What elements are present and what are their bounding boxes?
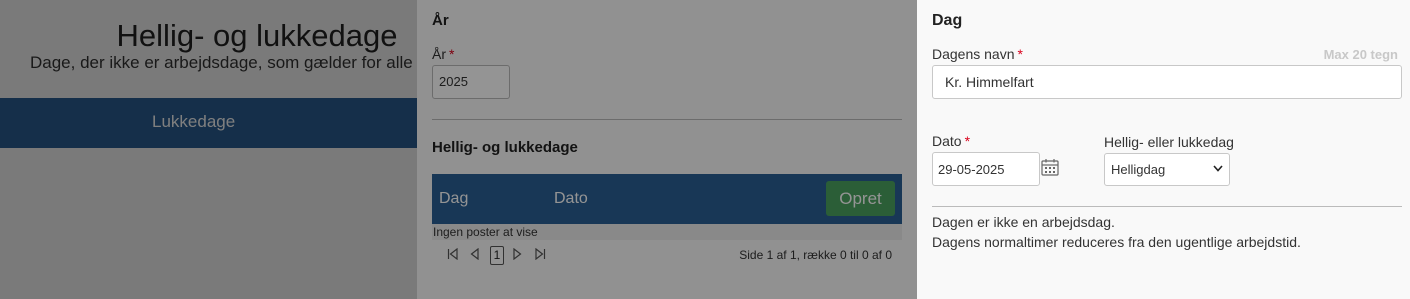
day-name-input[interactable]: Kr. Himmelfart bbox=[932, 65, 1402, 99]
type-label: Hellig- eller lukkedag bbox=[1104, 134, 1234, 150]
name-label: Dagens navn * bbox=[932, 46, 1023, 62]
info-text-line-1: Dagen er ikke en arbejdsdag. bbox=[932, 214, 1115, 230]
date-input[interactable]: 29-05-2025 bbox=[932, 152, 1040, 186]
date-label: Dato * bbox=[932, 133, 971, 149]
day-name-value: Kr. Himmelfart bbox=[945, 74, 1034, 90]
day-form-panel: Dag Dagens navn * Max 20 tegn Kr. Himmelf… bbox=[917, 0, 1410, 299]
day-type-value: Helligdag bbox=[1111, 162, 1166, 177]
info-text-line-2: Dagens normaltimer reduceres fra den uge… bbox=[932, 234, 1301, 250]
calendar-icon[interactable] bbox=[1041, 158, 1059, 176]
divider bbox=[932, 206, 1402, 207]
chevron-down-icon bbox=[1213, 164, 1223, 175]
day-type-select[interactable]: Helligdag bbox=[1104, 153, 1230, 186]
panel-dim-overlay bbox=[417, 0, 917, 299]
name-max-hint: Max 20 tegn bbox=[1323, 47, 1398, 62]
required-marker: * bbox=[1017, 46, 1023, 62]
form-heading: Dag bbox=[932, 12, 963, 29]
date-value: 29-05-2025 bbox=[938, 161, 1005, 177]
required-marker: * bbox=[964, 133, 971, 149]
